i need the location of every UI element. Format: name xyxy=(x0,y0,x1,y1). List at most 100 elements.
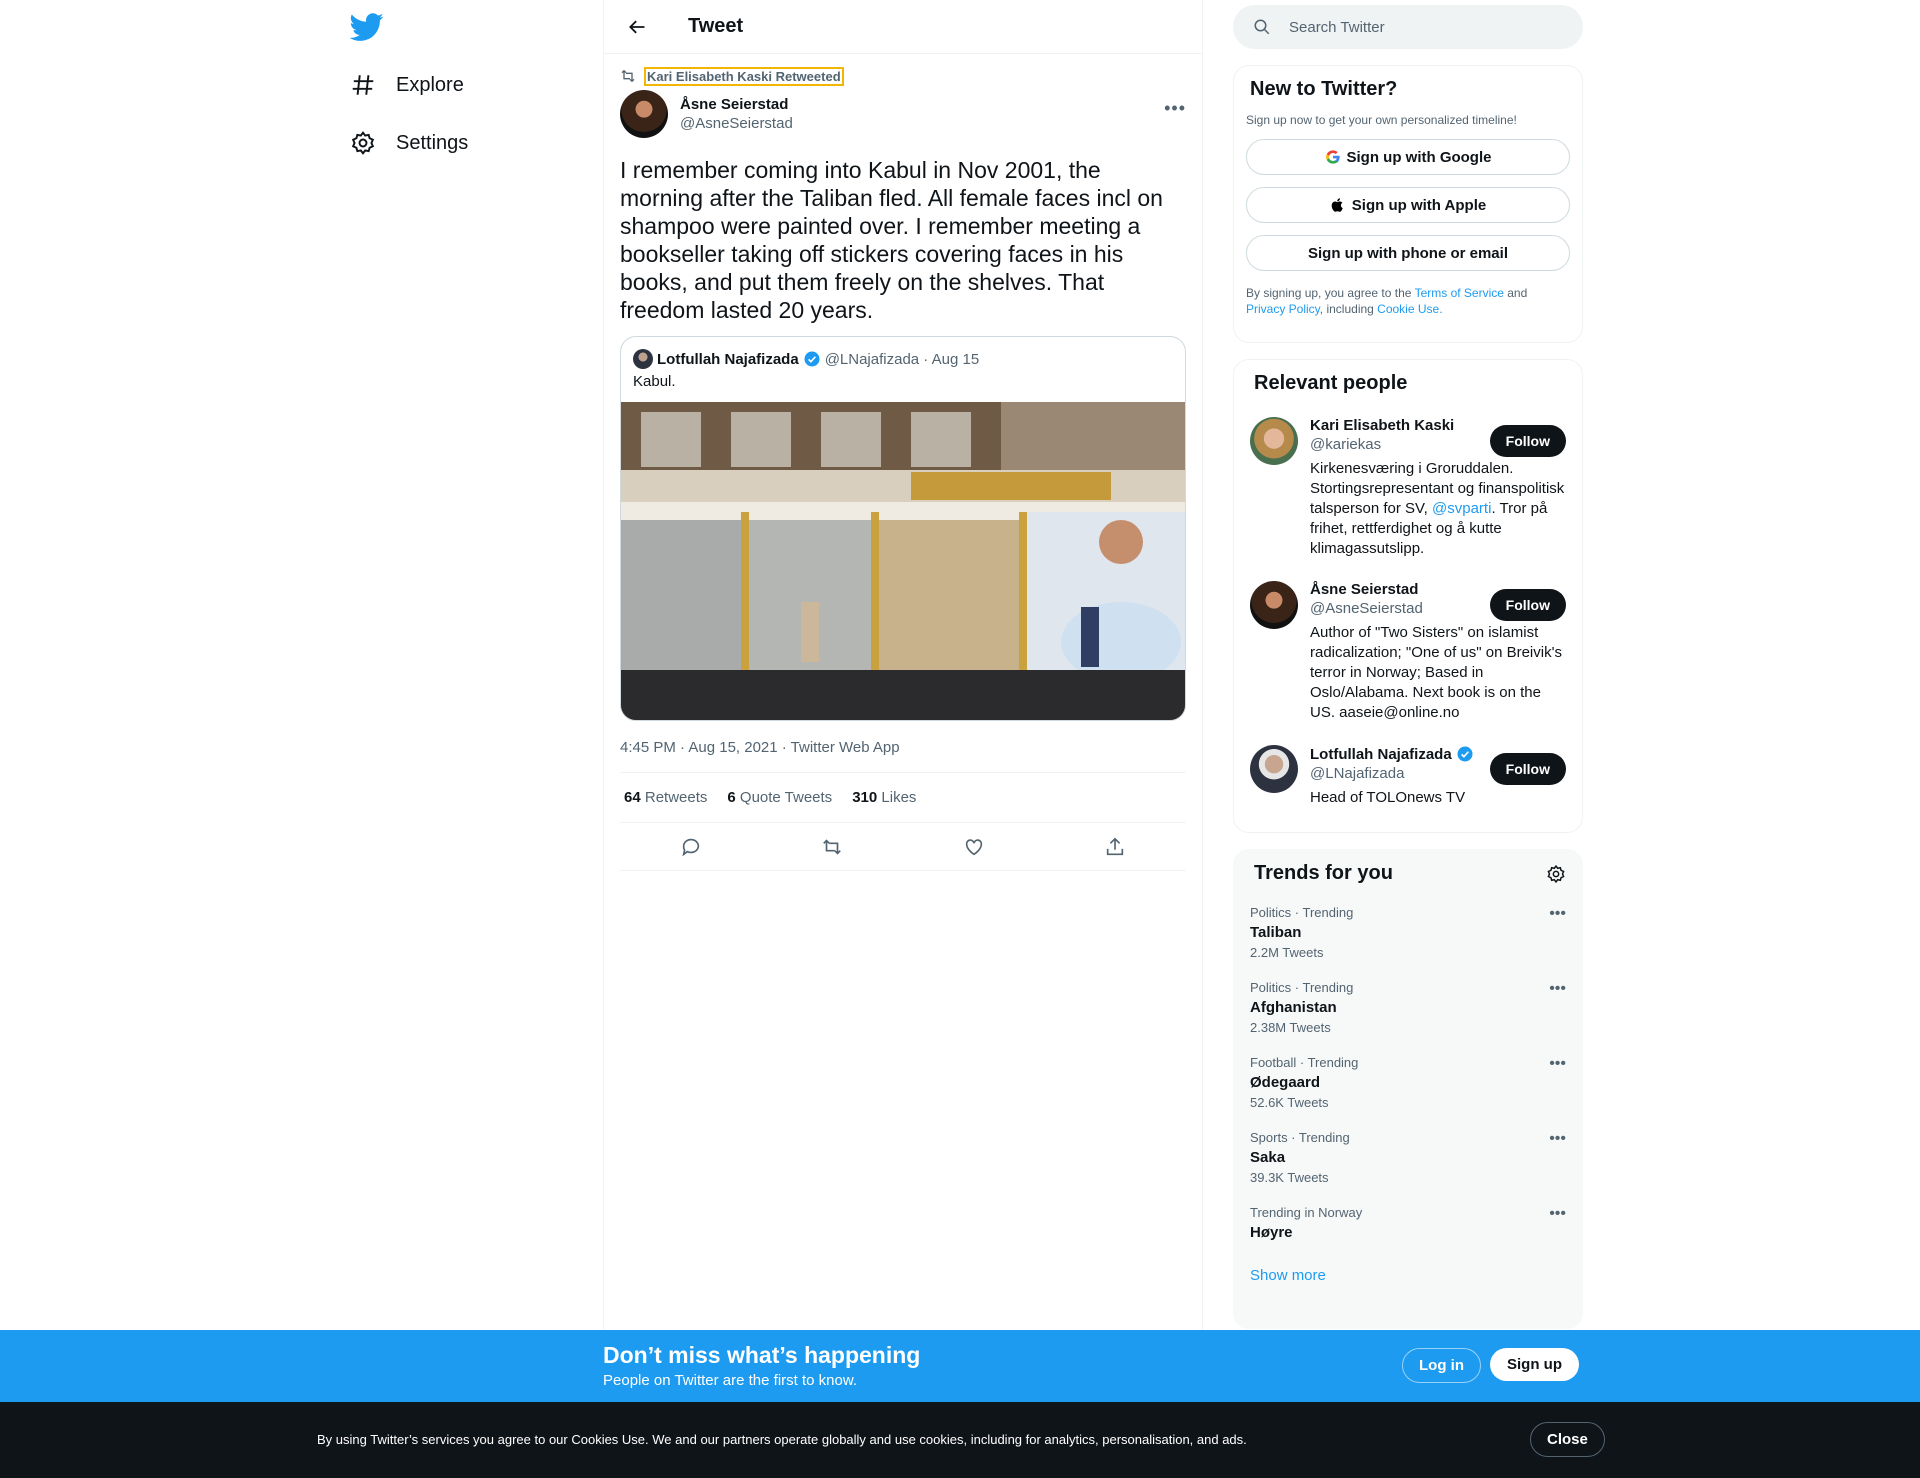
show-more-link[interactable]: Show more xyxy=(1250,1267,1566,1284)
nav-explore[interactable]: Explore xyxy=(350,72,464,98)
retweeted-by-link[interactable]: Kari Elisabeth Kaski Retweeted xyxy=(644,66,844,86)
new-to-twitter-title: New to Twitter? xyxy=(1250,78,1398,100)
new-to-twitter-subtitle: Sign up now to get your own personalized… xyxy=(1246,113,1517,127)
retweet-context: Kari Elisabeth Kaski Retweeted xyxy=(620,66,1186,86)
banner-subtitle: People on Twitter are the first to know. xyxy=(603,1372,858,1389)
more-options-icon[interactable]: ••• xyxy=(1549,905,1566,923)
follow-button[interactable]: Follow xyxy=(1489,753,1566,785)
more-options-icon[interactable]: ••• xyxy=(1549,1055,1566,1073)
trends-header: Trends for you xyxy=(1250,862,1566,885)
trend-item[interactable]: Trending in Norway Høyre ••• xyxy=(1250,1205,1566,1241)
banner-title: Don’t miss what’s happening xyxy=(603,1342,921,1368)
right-sidebar: Search Twitter New to Twitter? Sign up n… xyxy=(1233,0,1583,1329)
bio-mention-link[interactable]: @svparti xyxy=(1432,500,1491,517)
nav-settings[interactable]: Settings xyxy=(350,130,468,156)
arrow-left-icon xyxy=(629,20,645,33)
retweet-small-icon xyxy=(621,69,635,83)
tweet: Kari Elisabeth Kaski Retweeted Åsne Seie… xyxy=(604,66,1202,871)
legal-pre: By signing up, you agree to the xyxy=(1246,286,1415,300)
verified-badge-icon xyxy=(1457,746,1473,762)
signup-google-button[interactable]: Sign up with Google xyxy=(1246,139,1570,175)
trend-meta: Politics · Trending xyxy=(1250,905,1354,920)
legal-including: , including xyxy=(1319,302,1378,316)
share-icon[interactable] xyxy=(1104,836,1126,858)
reply-icon[interactable] xyxy=(680,836,702,858)
follow-button[interactable]: Follow xyxy=(1489,589,1566,621)
quotes-label: Quote Tweets xyxy=(739,789,833,806)
quoted-tweet[interactable]: Lotfullah Najafizada @LNajafizada · Aug … xyxy=(620,336,1186,721)
author-handle[interactable]: @AsneSeierstad xyxy=(680,115,793,132)
trend-name: Taliban xyxy=(1250,924,1302,941)
google-icon xyxy=(1325,150,1340,164)
privacy-link[interactable]: Privacy Policy xyxy=(1246,302,1320,316)
signup-phone-button[interactable]: Sign up with phone or email xyxy=(1246,235,1570,271)
signup-apple-button[interactable]: Sign up with Apple xyxy=(1246,187,1570,223)
quotes-count: 6 xyxy=(727,789,736,806)
tweet-timestamp[interactable]: 4:45 PM · Aug 15, 2021 · Twitter Web App xyxy=(620,739,1186,773)
avatar[interactable] xyxy=(1250,417,1298,465)
cookie-use-link[interactable]: Cookie Use. xyxy=(1377,302,1442,316)
login-button[interactable]: Log in xyxy=(1402,1348,1481,1383)
nav-explore-label: Explore xyxy=(396,73,464,96)
signup-phone-label: Sign up with phone or email xyxy=(1307,244,1508,262)
signup-button[interactable]: Sign up xyxy=(1490,1348,1579,1381)
cookie-close-button[interactable]: Close xyxy=(1530,1422,1605,1457)
trend-item[interactable]: Politics · Trending Taliban 2.2M Tweets … xyxy=(1250,905,1566,960)
retweets-label: Retweets xyxy=(644,789,708,806)
cookie-text: By using Twitter’s services you agree to… xyxy=(317,1432,1247,1447)
follow-button[interactable]: Follow xyxy=(1489,425,1566,457)
hashtag-icon xyxy=(352,75,374,95)
twitter-logo-icon[interactable] xyxy=(350,10,384,44)
quote-meta: @LNajafizada · Aug 15 xyxy=(824,350,980,368)
more-options-icon[interactable]: ••• xyxy=(1549,1205,1566,1223)
author-names: Åsne Seierstad @AsneSeierstad xyxy=(680,96,793,132)
trend-meta: Politics · Trending xyxy=(1250,980,1354,995)
tweet-text: I remember coming into Kabul in Nov 2001… xyxy=(620,157,1163,323)
avatar[interactable] xyxy=(1250,581,1298,629)
trend-meta: Sports · Trending xyxy=(1250,1130,1350,1145)
quote-text: Kabul. xyxy=(633,373,676,390)
more-options-icon[interactable]: ••• xyxy=(1549,1130,1566,1148)
more-options-icon[interactable]: ••• xyxy=(1549,980,1566,998)
person-bio: Head of TOLOnews TV xyxy=(1310,789,1466,806)
trend-count: 2.2M Tweets xyxy=(1250,945,1324,960)
like-heart-icon[interactable] xyxy=(963,836,985,858)
signup-google-label: Sign up with Google xyxy=(1346,148,1492,166)
person-name-text: Lotfullah Najafizada xyxy=(1310,745,1452,763)
more-options-icon[interactable]: ••• xyxy=(1164,98,1186,119)
search-icon xyxy=(1254,19,1270,35)
tweet-author: Åsne Seierstad @AsneSeierstad ••• xyxy=(620,90,1186,138)
trend-name: Ødegaard xyxy=(1250,1074,1321,1091)
signup-legal-text: By signing up, you agree to the Terms of… xyxy=(1246,285,1570,317)
author-name[interactable]: Åsne Seierstad xyxy=(680,96,793,113)
likes-stat[interactable]: 310 Likes xyxy=(852,789,916,806)
trend-item[interactable]: Sports · Trending Saka 39.3K Tweets ••• xyxy=(1250,1130,1566,1185)
terms-link[interactable]: Terms of Service xyxy=(1415,286,1504,300)
person-card[interactable]: Kari Elisabeth Kaski @kariekas Kirkenesv… xyxy=(1250,417,1566,559)
legal-and: and xyxy=(1503,286,1528,300)
avatar[interactable] xyxy=(1250,745,1298,793)
gear-icon[interactable] xyxy=(1546,864,1566,884)
retweets-stat[interactable]: 64 Retweets xyxy=(624,789,707,806)
search-input[interactable]: Search Twitter xyxy=(1233,5,1583,49)
retweets-count: 64 xyxy=(624,789,641,806)
trend-name: Høyre xyxy=(1250,1224,1293,1241)
back-button[interactable] xyxy=(620,10,654,44)
page-title: Tweet xyxy=(688,15,744,37)
verified-badge-icon xyxy=(804,351,820,367)
person-card[interactable]: Åsne Seierstad @AsneSeierstad Author of … xyxy=(1250,581,1566,723)
trend-item[interactable]: Football · Trending Ødegaard 52.6K Tweet… xyxy=(1250,1055,1566,1110)
cookie-bar: By using Twitter’s services you agree to… xyxy=(0,1402,1920,1478)
person-card[interactable]: Lotfullah Najafizada @LNajafizada Head o… xyxy=(1250,745,1566,808)
trend-item[interactable]: Politics · Trending Afghanistan 2.38M Tw… xyxy=(1250,980,1566,1035)
person-bio: Kirkenesværing i Groruddalen. Stortingsr… xyxy=(1310,459,1568,559)
trend-meta: Trending in Norway xyxy=(1250,1205,1363,1220)
nav-settings-label: Settings xyxy=(396,131,469,154)
trend-name: Afghanistan xyxy=(1250,999,1337,1016)
quote-photo[interactable] xyxy=(621,402,1185,720)
avatar[interactable] xyxy=(620,90,668,138)
trend-count: 52.6K Tweets xyxy=(1250,1095,1329,1110)
quote-tweets-stat[interactable]: 6 Quote Tweets xyxy=(727,789,832,806)
trends-title: Trends for you xyxy=(1254,862,1393,884)
retweet-icon[interactable] xyxy=(821,836,843,858)
